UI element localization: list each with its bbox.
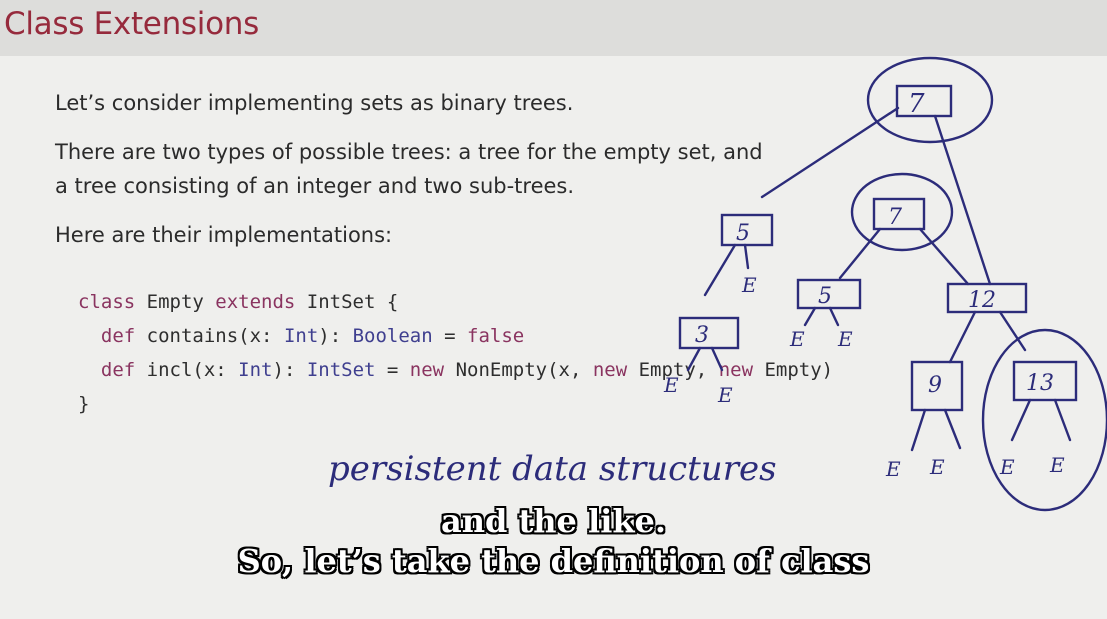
- tree-node-label: 9: [928, 373, 942, 398]
- tree-node-label: 5: [818, 284, 832, 309]
- tree-node-box: [678, 316, 740, 350]
- subtitle-line-1: and the like.: [440, 502, 667, 540]
- empty-leaf-label: E: [837, 327, 853, 351]
- handwritten-note: persistent data structures: [328, 449, 777, 489]
- empty-leaf-label: E: [929, 455, 945, 479]
- empty-leaf-label: E: [789, 327, 805, 351]
- empty-leaf-label: E: [741, 273, 757, 297]
- tree-node-label: 3: [695, 323, 709, 348]
- empty-leaf-label: E: [663, 373, 679, 397]
- highlight-circle: [866, 56, 994, 144]
- tree-node-label: 13: [1026, 371, 1054, 396]
- tree-node-label: 7: [888, 205, 902, 230]
- empty-leaf-label: E: [885, 457, 901, 481]
- highlight-circle: [981, 328, 1107, 512]
- highlight-circle: [850, 172, 954, 252]
- empty-leaf-label: E: [1049, 453, 1065, 477]
- tree-node-label: 12: [968, 288, 996, 313]
- tree-node-label: 5: [736, 221, 750, 246]
- empty-leaf-label: E: [999, 455, 1015, 479]
- tree-node-label: 7: [908, 89, 925, 119]
- empty-leaf-label: E: [717, 383, 733, 407]
- subtitle-line-2: So, let’s take the definition of class: [237, 542, 870, 580]
